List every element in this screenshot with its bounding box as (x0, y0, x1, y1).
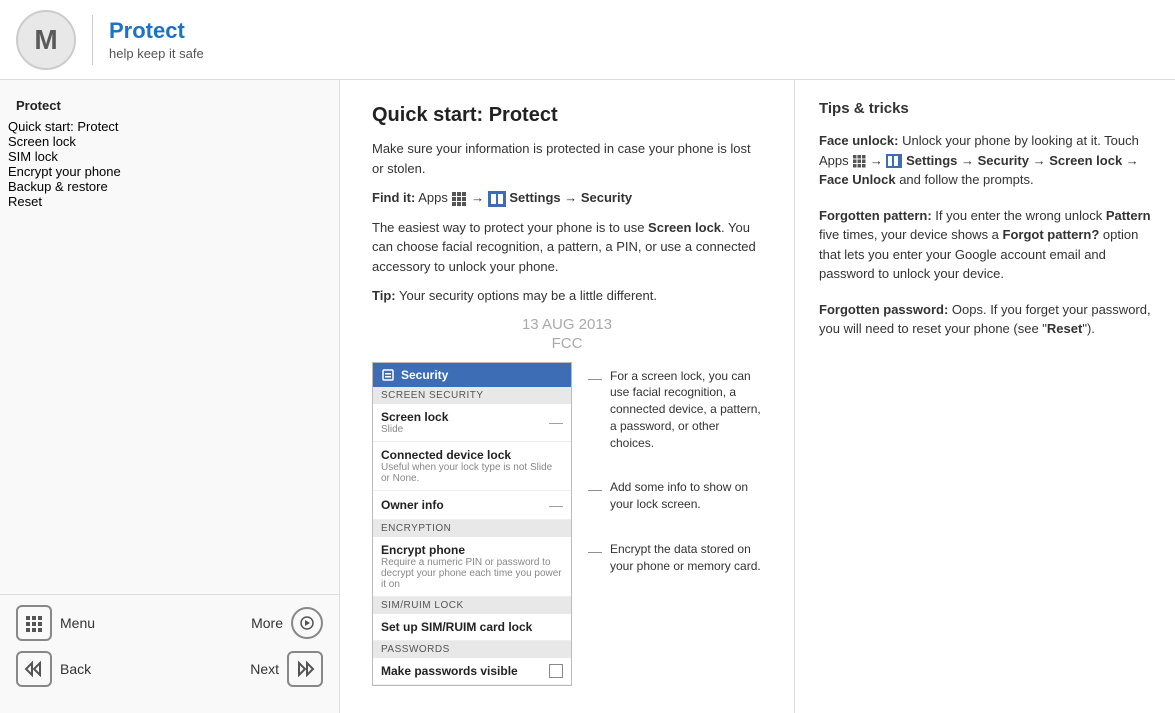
sidebar-nav-item-2[interactable]: SIM lock (8, 149, 331, 164)
page-subtitle: help keep it safe (109, 46, 204, 61)
find-it-label: Find it: (372, 190, 415, 205)
watermark: 13 AUG 2013 FCC (372, 316, 762, 352)
center-title: Quick start: Protect (372, 104, 762, 127)
logo-letter: M (34, 24, 57, 56)
sidebar-items: Quick start: ProtectScreen lockSIM lockE… (0, 115, 339, 594)
sidebar: Protect Quick start: ProtectScreen lockS… (0, 80, 340, 713)
main-content: Protect Quick start: ProtectScreen lockS… (0, 80, 1175, 713)
next-button[interactable]: Next (250, 649, 323, 689)
header-text: Protect help keep it safe (109, 18, 204, 61)
callout-lines: — For a screen lock, you can use facial … (588, 362, 762, 686)
phone-item-passwords[interactable]: Make passwords visible (373, 658, 571, 685)
sidebar-bottom: Menu More (0, 594, 339, 697)
center-tip: Tip: Your security options may be a litt… (372, 286, 762, 306)
callout-dash-1: — (588, 369, 602, 389)
callout-text-1: For a screen lock, you can use facial re… (610, 368, 762, 452)
tip-face-unlock-title: Face unlock: (819, 133, 898, 148)
sidebar-nav-item-0[interactable]: Quick start: Protect (8, 119, 331, 134)
phone-title: Security (401, 368, 448, 382)
next-icon (287, 651, 323, 687)
phone-item-screen-lock[interactable]: Screen lock Slide — (373, 404, 571, 442)
more-label: More (251, 615, 283, 631)
sidebar-nav-item-3[interactable]: Encrypt your phone (8, 164, 331, 179)
phone-area: Security SCREEN SECURITY Screen lock Sli… (372, 362, 762, 686)
motorola-logo: M (16, 10, 76, 70)
tips-panel: Tips & tricks Face unlock: Unlock your p… (795, 80, 1175, 713)
menu-more-row: Menu More (16, 603, 323, 643)
page-title: Protect (109, 18, 204, 44)
tip-item-forgotten-pattern: Forgotten pattern: If you enter the wron… (819, 206, 1151, 284)
back-next-row: Back Next (16, 649, 323, 689)
watermark-date: 13 AUG 2013 (372, 316, 762, 333)
phone-section-passwords: PASSWORDS (373, 641, 571, 658)
arrow-icon: — (549, 414, 563, 430)
tip-item-face-unlock: Face unlock: Unlock your phone by lookin… (819, 131, 1151, 190)
callout-3: — Encrypt the data stored on your phone … (588, 541, 762, 575)
phone-section-encryption: ENCRYPTION (373, 520, 571, 537)
more-button[interactable]: More (251, 605, 323, 641)
sidebar-nav: Protect (0, 96, 339, 115)
tip-label: Tip: (372, 288, 396, 303)
menu-label: Menu (60, 615, 95, 631)
arrow-icon-2: — (549, 497, 563, 513)
sidebar-nav-item-4[interactable]: Backup & restore (8, 179, 331, 194)
tip-text: Your security options may be a little di… (399, 288, 657, 303)
callout-dash-3: — (588, 542, 602, 562)
callout-2: — Add some info to show on your lock scr… (588, 479, 762, 513)
find-it: Find it: Apps → Settings → Security (372, 188, 762, 208)
center-panel: Quick start: Protect Make sure your info… (340, 80, 795, 713)
phone-item-sim[interactable]: Set up SIM/RUIM card lock (373, 614, 571, 641)
header: M Protect help keep it safe (0, 0, 1175, 80)
tip-item-forgotten-password: Forgotten password: Oops. If you forget … (819, 300, 1151, 339)
menu-icon (16, 605, 52, 641)
back-icon (16, 651, 52, 687)
back-label: Back (60, 661, 91, 677)
callout-text-2: Add some info to show on your lock scree… (610, 479, 762, 513)
phone-section-sim: SIM/RUIM LOCK (373, 597, 571, 614)
tip-forgotten-password-title: Forgotten password: (819, 302, 948, 317)
sidebar-nav-item-5[interactable]: Reset (8, 194, 331, 209)
sidebar-nav-item-1[interactable]: Screen lock (8, 134, 331, 149)
callout-text-3: Encrypt the data stored on your phone or… (610, 541, 762, 575)
next-label: Next (250, 661, 279, 677)
phone-screen: Security SCREEN SECURITY Screen lock Sli… (372, 362, 572, 686)
tip-forgotten-pattern-title: Forgotten pattern: (819, 208, 932, 223)
checkbox-icon (549, 664, 563, 678)
phone-screen-header: Security (373, 363, 571, 387)
tips-title: Tips & tricks (819, 100, 1151, 117)
center-intro: Make sure your information is protected … (372, 139, 762, 178)
menu-button[interactable]: Menu (16, 603, 95, 643)
phone-item-connected-lock[interactable]: Connected device lock Useful when your l… (373, 442, 571, 491)
header-divider (92, 15, 93, 65)
callout-dash-2: — (588, 480, 602, 500)
phone-item-owner-info[interactable]: Owner info — (373, 491, 571, 520)
phone-section-screen-security: SCREEN SECURITY (373, 387, 571, 404)
phone-item-encrypt[interactable]: Encrypt phone Require a numeric PIN or p… (373, 537, 571, 597)
watermark-fcc: FCC (372, 335, 762, 352)
sidebar-section-title[interactable]: Protect (8, 96, 331, 115)
callout-1: — For a screen lock, you can use facial … (588, 368, 762, 452)
more-icon (291, 607, 323, 639)
back-button[interactable]: Back (16, 649, 91, 689)
center-body: The easiest way to protect your phone is… (372, 218, 762, 277)
